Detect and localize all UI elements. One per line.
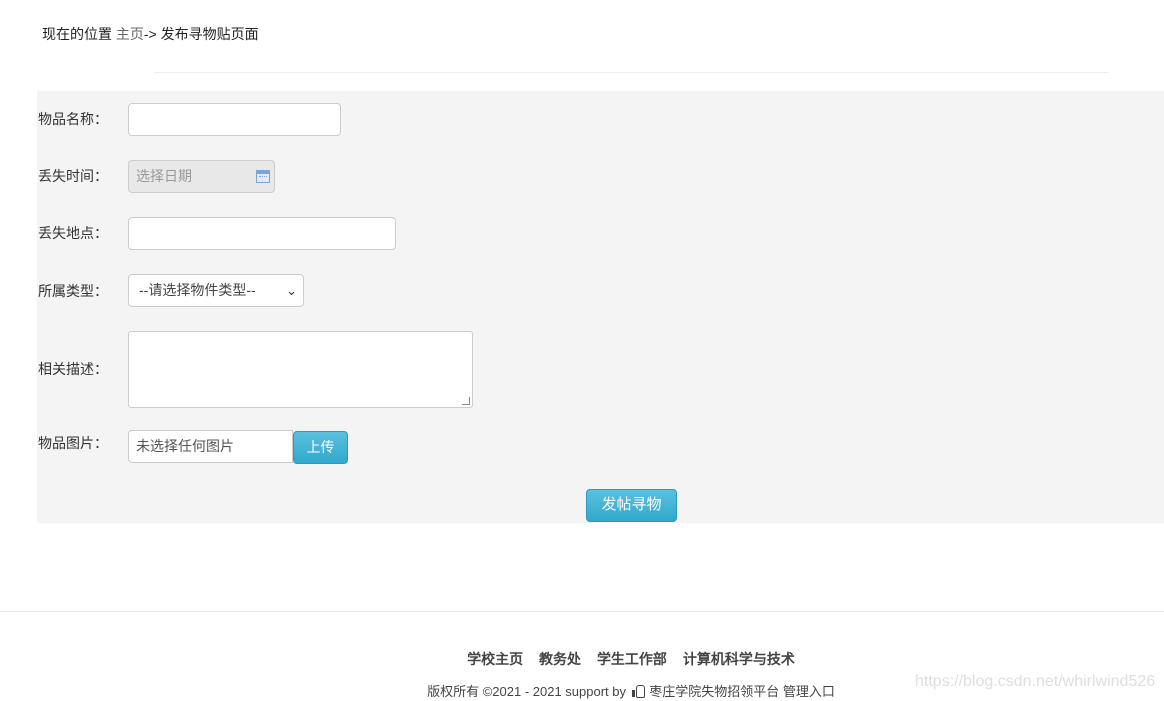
copyright-prefix: 版权所有 ©2021 - 2021 support by [427, 684, 627, 699]
breadcrumb-current: 发布寻物贴页面 [160, 26, 259, 42]
lost-place-input[interactable] [128, 217, 396, 250]
image-label: 物品图片： [38, 435, 108, 451]
footer-link-academic-office[interactable]: 教务处 [539, 651, 581, 667]
watermark: https://blog.csdn.net/whirlwind526 [915, 673, 1156, 690]
description-textarea[interactable] [128, 331, 473, 408]
copyright-suffix[interactable]: 枣庄学院失物招领平台 管理入口 [649, 684, 835, 699]
breadcrumb-home-link[interactable]: 主页 [116, 26, 144, 42]
footer-divider [0, 611, 1164, 612]
item-name-label: 物品名称： [38, 111, 108, 127]
description-label: 相关描述： [38, 361, 108, 377]
calendar-icon[interactable] [256, 170, 270, 183]
upload-button[interactable]: 上传 [293, 431, 348, 464]
submit-post-button[interactable]: 发帖寻物 [586, 489, 677, 522]
lost-time-placeholder: 选择日期 [136, 168, 192, 184]
footer-links: 学校主页 教务处 学生工作部 计算机科学与技术 [0, 649, 1164, 669]
top-divider [155, 72, 1108, 73]
chevron-down-icon: ⌄ [286, 283, 297, 298]
lost-place-label: 丢失地点： [38, 225, 108, 241]
lost-time-label: 丢失时间： [38, 168, 108, 184]
resize-grip-icon[interactable] [462, 397, 470, 405]
category-select[interactable]: --请选择物件类型-- ⌄ [128, 274, 304, 307]
item-name-input[interactable] [128, 103, 341, 136]
breadcrumb-prefix: 现在的位置 [42, 26, 112, 42]
thumbs-up-icon [631, 685, 645, 698]
breadcrumb-separator: -> [143, 26, 157, 42]
category-selected-value: --请选择物件类型-- [139, 282, 256, 298]
breadcrumb: 现在的位置 主页-> 发布寻物贴页面 [42, 24, 259, 44]
lost-time-datepicker[interactable]: 选择日期 [128, 160, 275, 193]
footer-link-computer-science[interactable]: 计算机科学与技术 [683, 651, 795, 667]
image-file-field[interactable]: 未选择任何图片 [128, 430, 293, 463]
footer-link-school-home[interactable]: 学校主页 [467, 651, 523, 667]
category-label: 所属类型： [38, 283, 108, 299]
footer-link-student-affairs[interactable]: 学生工作部 [597, 651, 667, 667]
